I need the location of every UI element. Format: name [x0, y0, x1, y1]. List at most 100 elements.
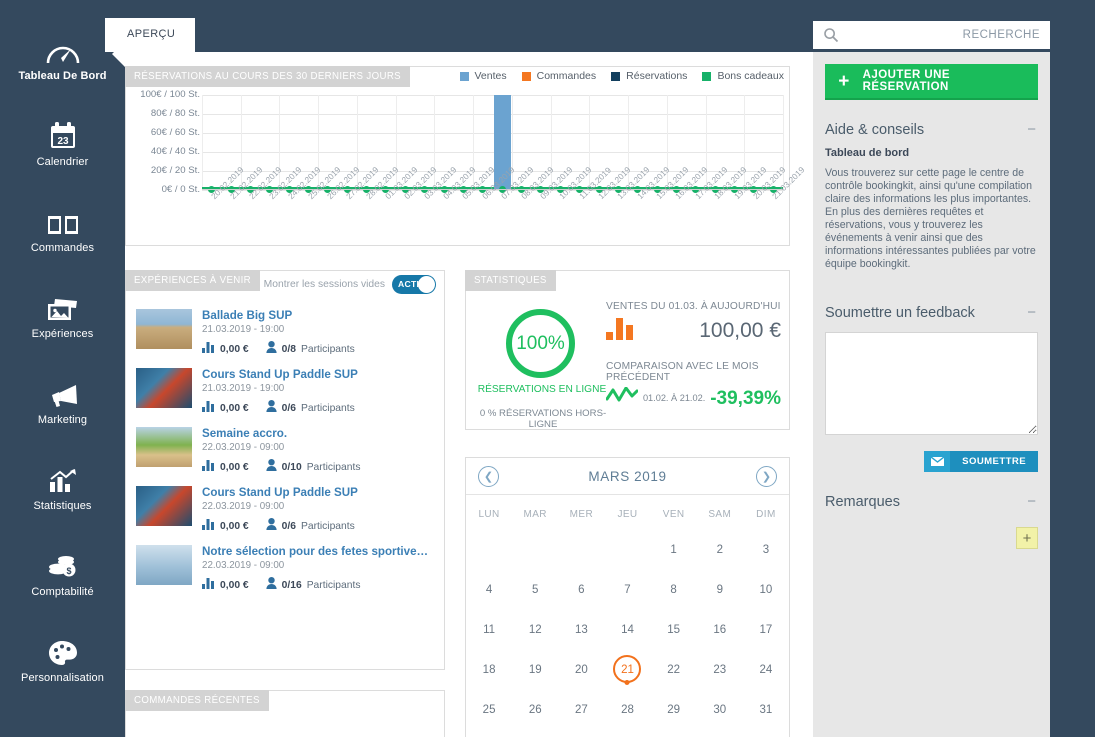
chart-legend: Ventes Commandes Réservations Bons cadeaux: [459, 70, 784, 82]
grid-line-vertical: [744, 95, 746, 190]
sidebar-item-marketing[interactable]: Marketing: [0, 356, 125, 442]
experience-price-value: 0,00 €: [220, 461, 249, 473]
calendar-day-number: 20: [574, 664, 588, 676]
legend-item[interactable]: Réservations: [611, 70, 687, 82]
tab-label: APERÇU: [127, 28, 176, 40]
plus-icon: +: [838, 70, 850, 92]
calendar-day[interactable]: 30: [697, 690, 743, 730]
calendar-day[interactable]: 16: [697, 610, 743, 650]
calendar-days-grid: 1 2 3 4 5 6 7 8 9 10 11 12 13 14 15 16 17 18 19 20 21 22 23 24 2…: [466, 530, 789, 730]
calendar-day[interactable]: 4: [466, 570, 512, 610]
sidebar-item-commandes[interactable]: Commandes: [0, 184, 125, 270]
calendar-day[interactable]: 11: [466, 610, 512, 650]
calendar-day[interactable]: 17: [743, 610, 789, 650]
calendar-day[interactable]: 15: [651, 610, 697, 650]
add-remark-button[interactable]: +: [1016, 527, 1038, 549]
calendar-day-number: 3: [762, 544, 770, 556]
calendar-day[interactable]: 2: [697, 530, 743, 570]
minus-icon[interactable]: −: [1025, 122, 1038, 137]
sidebar-item-personnalisation[interactable]: Personnalisation: [0, 614, 125, 700]
experience-list-item[interactable]: Notre sélection pour des fetes sportives…: [136, 545, 434, 594]
calendar-day-number: 26: [528, 704, 542, 716]
coins-icon: $: [43, 548, 83, 580]
legend-item[interactable]: Ventes: [459, 70, 507, 82]
experience-title[interactable]: Notre sélection pour des fetes sportives…: [202, 545, 434, 559]
chart-plot-area: 100€ / 100 St. 80€ / 80 St. 60€ / 60 St. 40…: [126, 89, 807, 245]
add-reservation-button[interactable]: + AJOUTER UNE RÉSERVATION: [825, 64, 1038, 100]
calendar-day[interactable]: 6: [558, 570, 604, 610]
sidebar-item-statistiques[interactable]: Statistiques: [0, 442, 125, 528]
calendar-day[interactable]: 23: [697, 650, 743, 690]
calendar-day-number: 7: [624, 584, 631, 596]
experience-list-item[interactable]: Cours Stand Up Paddle SUP 21.03.2019 - 19…: [136, 368, 434, 417]
person-icon: [266, 576, 277, 594]
calendar-day[interactable]: 26: [512, 690, 558, 730]
experience-meta: 0,00 € 0/10 Participants: [202, 458, 361, 476]
calendar-day[interactable]: 19: [512, 650, 558, 690]
sidebar-item-experiences[interactable]: Expériences: [0, 270, 125, 356]
calendar-day[interactable]: 29: [651, 690, 697, 730]
calendar-day-number: 12: [528, 624, 542, 636]
calendar-day[interactable]: 10: [743, 570, 789, 610]
search-bar[interactable]: RECHERCHE: [813, 21, 1050, 49]
calendar-day[interactable]: 9: [697, 570, 743, 610]
calendar-title: MARS 2019: [588, 468, 667, 484]
book-icon: [43, 204, 83, 236]
minus-icon[interactable]: −: [1025, 305, 1038, 320]
calendar-day[interactable]: 18: [466, 650, 512, 690]
experiences-card-tag: EXPÉRIENCES À VENIR: [125, 270, 261, 291]
calendar-day-number: 22: [667, 664, 681, 676]
calendar-day[interactable]: 5: [512, 570, 558, 610]
calendar-day[interactable]: 31: [743, 690, 789, 730]
experience-title[interactable]: Semaine accro.: [202, 427, 361, 441]
calendar-day[interactable]: 25: [466, 690, 512, 730]
legend-item[interactable]: Bons cadeaux: [702, 70, 784, 82]
feedback-panel-title: Soumettre un feedback: [825, 305, 975, 321]
calendar-day-number: 25: [482, 704, 496, 716]
calendar-day[interactable]: 27: [558, 690, 604, 730]
calendar-day[interactable]: 14: [604, 610, 650, 650]
feedback-submit-button[interactable]: SOUMETTRE: [924, 451, 1038, 472]
calendar-day[interactable]: 22: [651, 650, 697, 690]
sidebar-item-comptabilite[interactable]: $ Comptabilité: [0, 528, 125, 614]
megaphone-icon: [43, 376, 83, 408]
legend-label: Ventes: [474, 70, 507, 82]
chevron-right-icon[interactable]: ❯: [756, 465, 777, 487]
add-remark-label: +: [1022, 529, 1032, 547]
calendar-day[interactable]: 28: [604, 690, 650, 730]
experience-title[interactable]: Ballade Big SUP: [202, 309, 355, 323]
experience-participants-label: Participants: [306, 579, 361, 591]
sidebar-item-calendrier[interactable]: 23 Calendrier: [0, 98, 125, 184]
calendar-day[interactable]: 13: [558, 610, 604, 650]
bar-chart-icon: [202, 458, 215, 476]
calendar-day[interactable]: 20: [558, 650, 604, 690]
statistics-card: STATISTIQUES 100% RÉSERVATIONS EN LIGNE …: [465, 270, 790, 430]
calendar-day-number: 17: [759, 624, 773, 636]
photos-icon: [43, 290, 83, 322]
calendar-day-today[interactable]: 21: [604, 650, 650, 690]
minus-icon[interactable]: −: [1025, 494, 1038, 509]
calendar-day[interactable]: 1: [651, 530, 697, 570]
calendar-day-number: 6: [578, 584, 585, 596]
legend-swatch-icon: [459, 71, 469, 81]
experience-datetime: 22.03.2019 - 09:00: [202, 501, 285, 512]
experience-list-item[interactable]: Semaine accro. 22.03.2019 - 09:00 0,00 € 0/…: [136, 427, 434, 476]
experience-title[interactable]: Cours Stand Up Paddle SUP: [202, 486, 358, 500]
calendar-day[interactable]: 8: [651, 570, 697, 610]
legend-item[interactable]: Commandes: [521, 70, 596, 82]
experience-list-item[interactable]: Cours Stand Up Paddle SUP 22.03.2019 - 09…: [136, 486, 434, 535]
experience-list-item[interactable]: Ballade Big SUP 21.03.2019 - 19:00 0,00 €0…: [136, 309, 434, 358]
calendar-day[interactable]: 7: [604, 570, 650, 610]
search-icon: [823, 27, 839, 43]
chevron-left-icon[interactable]: ❮: [478, 465, 499, 487]
tab-apercu[interactable]: APERÇU: [105, 18, 196, 52]
person-icon: [266, 399, 277, 417]
empty-sessions-toggle[interactable]: ACTIF: [392, 275, 436, 294]
calendar-day[interactable]: 24: [743, 650, 789, 690]
calendar-day[interactable]: 12: [512, 610, 558, 650]
experience-meta: 0,00 € 0/6 Participants: [202, 399, 358, 417]
calendar-day[interactable]: 3: [743, 530, 789, 570]
experience-title[interactable]: Cours Stand Up Paddle SUP: [202, 368, 358, 382]
sales-row: 100,00 €: [606, 316, 781, 345]
feedback-textarea[interactable]: [825, 332, 1038, 435]
